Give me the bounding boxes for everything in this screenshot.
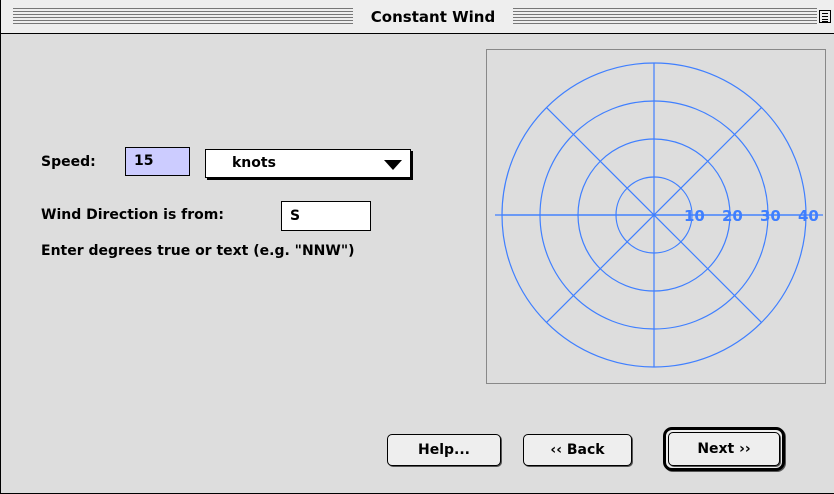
ring-label-40: 40	[798, 207, 819, 225]
wind-direction-input[interactable]: S	[281, 201, 371, 231]
collapse-box-icon[interactable]	[819, 10, 831, 23]
speed-input[interactable]: 15	[125, 147, 190, 176]
title-bar[interactable]: Constant Wind	[1, 0, 834, 34]
ring-label-10: 10	[684, 207, 705, 225]
title-bar-stripes-left	[13, 8, 353, 26]
help-button[interactable]: Help...	[387, 434, 501, 466]
constant-wind-window: Constant Wind Speed: 15 knots Wind Direc…	[0, 0, 834, 494]
dropdown-arrow-icon	[384, 160, 402, 170]
next-button[interactable]: Next ››	[668, 432, 780, 466]
back-button[interactable]: ‹‹ Back	[523, 434, 632, 466]
speed-unit-select[interactable]: knots	[205, 149, 411, 178]
speed-label: Speed:	[41, 154, 96, 170]
wind-direction-label: Wind Direction is from:	[41, 207, 224, 223]
ring-label-30: 30	[760, 207, 781, 225]
wind-polar-plot[interactable]: 10 20 30 40	[486, 49, 826, 384]
speed-unit-value: knots	[232, 155, 276, 171]
polar-grid: 10 20 30 40	[495, 62, 823, 368]
direction-hint-text: Enter degrees true or text (e.g. "NNW")	[41, 243, 355, 259]
title-bar-stripes-right	[513, 8, 817, 26]
ring-label-20: 20	[722, 207, 743, 225]
window-title: Constant Wind	[370, 8, 496, 26]
